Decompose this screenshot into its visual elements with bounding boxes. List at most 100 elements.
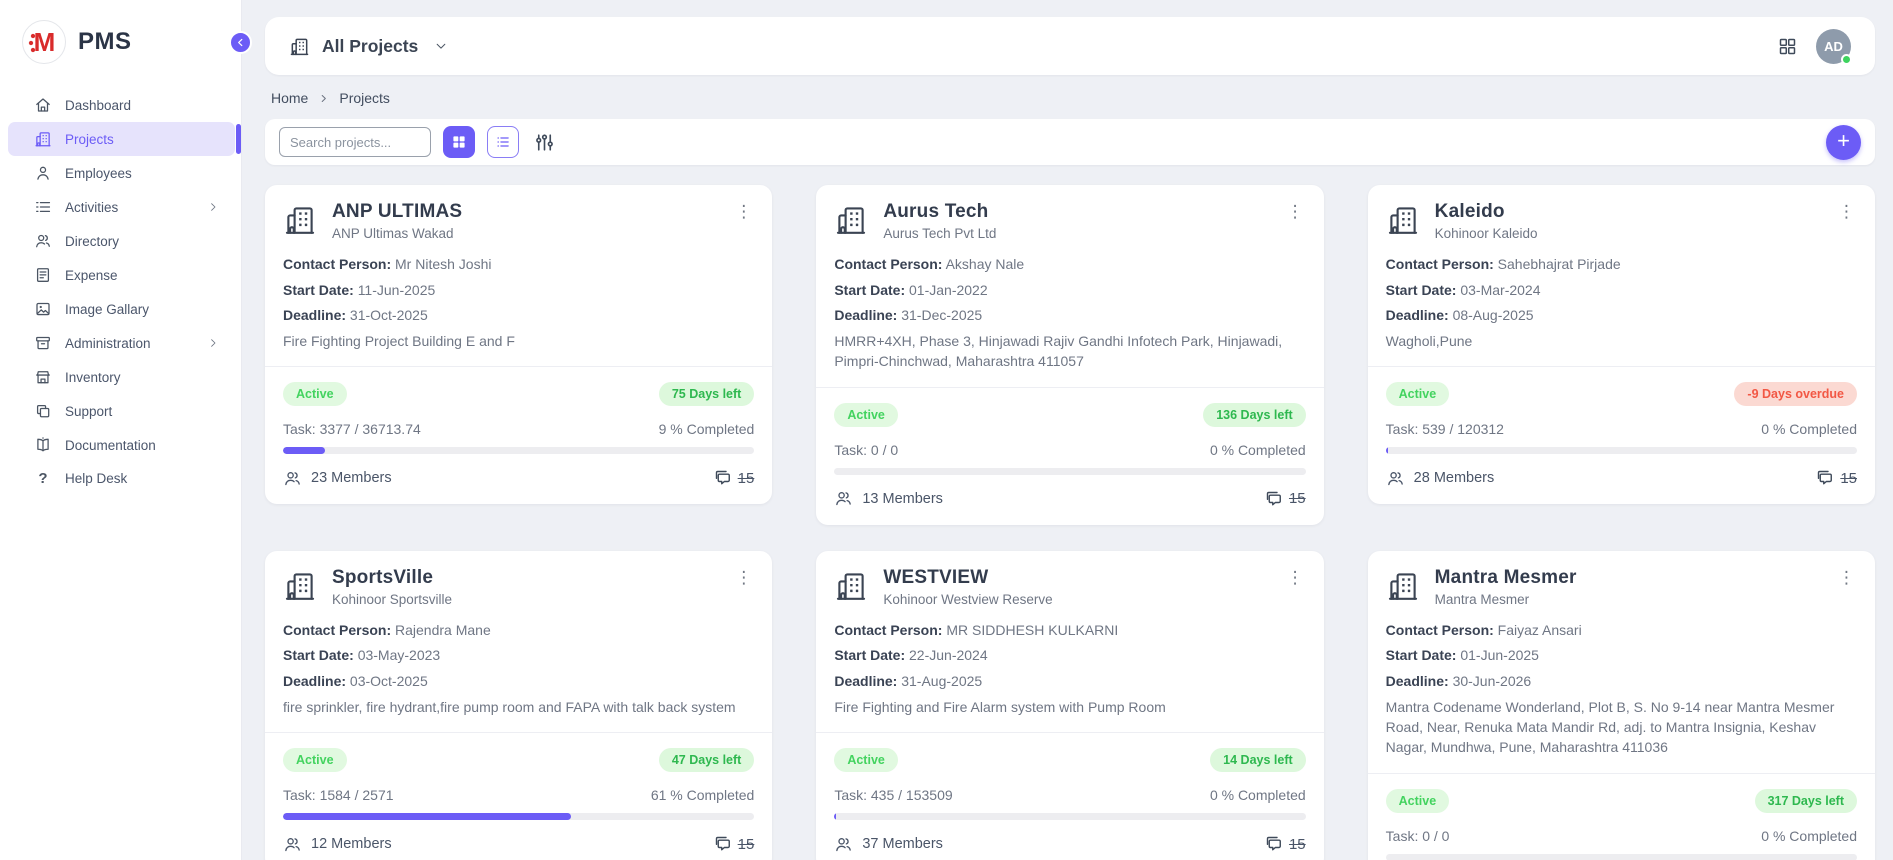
project-title[interactable]: SportsVille xyxy=(332,567,718,589)
archive-icon xyxy=(34,334,52,352)
completed-percent: 0 % Completed xyxy=(1210,787,1306,803)
chevron-left-icon xyxy=(235,37,246,48)
building-icon xyxy=(1386,203,1420,237)
list-view-button[interactable] xyxy=(487,126,519,158)
completed-percent: 61 % Completed xyxy=(651,787,755,803)
chat-icon xyxy=(713,468,733,488)
sidebar-item-label: Support xyxy=(65,404,112,419)
days-left-badge: 136 Days left xyxy=(1203,403,1305,427)
chat-button[interactable]: 15 xyxy=(1264,489,1306,509)
chat-button[interactable]: 15 xyxy=(713,468,755,488)
sidebar-item-inventory[interactable]: Inventory xyxy=(8,360,235,394)
home-icon xyxy=(34,96,52,114)
deadline-label: Deadline: xyxy=(283,673,346,689)
completed-percent: 0 % Completed xyxy=(1210,442,1306,458)
grid-view-button[interactable] xyxy=(443,126,475,158)
project-description: Wagholi,Pune xyxy=(1386,331,1857,351)
status-badge: Active xyxy=(1386,382,1450,406)
project-title[interactable]: Mantra Mesmer xyxy=(1435,567,1821,589)
kebab-menu-icon[interactable]: ⋮ xyxy=(1836,203,1857,220)
chat-count: 15 xyxy=(1289,490,1306,507)
deadline-value: 31-Oct-2025 xyxy=(350,307,428,323)
project-description: fire sprinkler, fire hydrant,fire pump r… xyxy=(283,697,754,717)
add-project-button[interactable]: + xyxy=(1826,125,1861,160)
progress-bar xyxy=(1386,447,1857,454)
contact-value: Akshay Nale xyxy=(946,256,1025,272)
days-left-badge: 317 Days left xyxy=(1755,789,1857,813)
kebab-menu-icon[interactable]: ⋮ xyxy=(1285,569,1306,586)
sidebar-item-documentation[interactable]: Documentation xyxy=(8,428,235,462)
avatar[interactable]: AD xyxy=(1816,29,1851,64)
sidebar-item-directory[interactable]: Directory xyxy=(8,224,235,258)
progress-bar xyxy=(834,813,1305,820)
sidebar-nav: Dashboard Projects Employees Activities … xyxy=(0,88,241,495)
chat-icon xyxy=(1264,834,1284,854)
deadline-label: Deadline: xyxy=(1386,307,1449,323)
sidebar-item-expense[interactable]: Expense xyxy=(8,258,235,292)
sidebar-item-projects[interactable]: Projects xyxy=(8,122,235,156)
contact-value: MR SIDDHESH KULKARNI xyxy=(946,622,1118,638)
start-value: 03-May-2023 xyxy=(358,647,441,663)
progress-bar xyxy=(283,447,754,454)
sidebar-item-dashboard[interactable]: Dashboard xyxy=(8,88,235,122)
chevron-right-icon xyxy=(318,93,329,104)
sidebar-item-administration[interactable]: Administration xyxy=(8,326,235,360)
sidebar-item-employees[interactable]: Employees xyxy=(8,156,235,190)
project-title[interactable]: WESTVIEW xyxy=(883,567,1269,589)
project-title[interactable]: ANP ULTIMAS xyxy=(332,201,718,223)
building-icon xyxy=(283,569,317,603)
contact-value: Mr Nitesh Joshi xyxy=(395,256,491,272)
members-count: 28 Members xyxy=(1414,470,1495,486)
online-status-dot xyxy=(1841,54,1852,65)
contact-value: Sahebhajrat Pirjade xyxy=(1498,256,1621,272)
filter-sliders-icon[interactable] xyxy=(533,131,556,154)
kebab-menu-icon[interactable]: ⋮ xyxy=(1836,569,1857,586)
kebab-menu-icon[interactable]: ⋮ xyxy=(1285,203,1306,220)
project-card: SportsVille Kohinoor Sportsville ⋮ Conta… xyxy=(265,551,772,860)
contact-value: Rajendra Mane xyxy=(395,622,491,638)
sidebar-collapse-button[interactable] xyxy=(229,31,252,54)
sidebar-item-label: Activities xyxy=(65,200,118,215)
chevron-right-icon xyxy=(207,337,219,349)
contact-label: Contact Person: xyxy=(1386,256,1494,272)
project-subtitle: Kohinoor Sportsville xyxy=(332,592,718,607)
project-title[interactable]: Aurus Tech xyxy=(883,201,1269,223)
chat-button[interactable]: 15 xyxy=(713,834,755,854)
project-card: WESTVIEW Kohinoor Westview Reserve ⋮ Con… xyxy=(816,551,1323,860)
task-count: Task: 0 / 0 xyxy=(1386,828,1450,844)
sidebar-item-image-gallery[interactable]: Image Gallary xyxy=(8,292,235,326)
search-input[interactable] xyxy=(279,127,431,157)
list-view-icon xyxy=(495,134,511,150)
contact-value: Faiyaz Ansari xyxy=(1498,622,1582,638)
task-count: Task: 435 / 153509 xyxy=(834,787,952,803)
status-badge: Active xyxy=(283,382,347,406)
breadcrumb-home[interactable]: Home xyxy=(271,90,308,106)
completed-percent: 9 % Completed xyxy=(659,421,755,437)
progress-bar xyxy=(283,813,754,820)
chevron-right-icon xyxy=(207,201,219,213)
completed-percent: 0 % Completed xyxy=(1761,828,1857,844)
breadcrumb-current: Projects xyxy=(339,90,390,106)
apps-grid-icon[interactable] xyxy=(1777,36,1798,57)
project-subtitle: Aurus Tech Pvt Ltd xyxy=(883,226,1269,241)
kebab-menu-icon[interactable]: ⋮ xyxy=(733,203,754,220)
kebab-menu-icon[interactable]: ⋮ xyxy=(733,569,754,586)
task-count: Task: 539 / 120312 xyxy=(1386,421,1504,437)
sidebar-item-activities[interactable]: Activities xyxy=(8,190,235,224)
sidebar-item-support[interactable]: Support xyxy=(8,394,235,428)
start-value: 01-Jun-2025 xyxy=(1460,647,1539,663)
project-subtitle: Kohinoor Westview Reserve xyxy=(883,592,1269,607)
chat-button[interactable]: 15 xyxy=(1815,468,1857,488)
days-left-badge: 47 Days left xyxy=(659,748,754,772)
deadline-value: 30-Jun-2026 xyxy=(1453,673,1532,689)
project-card: ANP ULTIMAS ANP Ultimas Wakad ⋮ Contact … xyxy=(265,185,772,504)
project-scope-dropdown[interactable]: All Projects xyxy=(289,36,448,57)
chat-button[interactable]: 15 xyxy=(1264,834,1306,854)
start-label: Start Date: xyxy=(834,282,905,298)
image-icon xyxy=(34,300,52,318)
sidebar-item-help-desk[interactable]: ? Help Desk xyxy=(8,462,235,495)
project-title[interactable]: Kaleido xyxy=(1435,201,1821,223)
contact-label: Contact Person: xyxy=(1386,622,1494,638)
start-label: Start Date: xyxy=(1386,282,1457,298)
building-icon xyxy=(834,203,868,237)
